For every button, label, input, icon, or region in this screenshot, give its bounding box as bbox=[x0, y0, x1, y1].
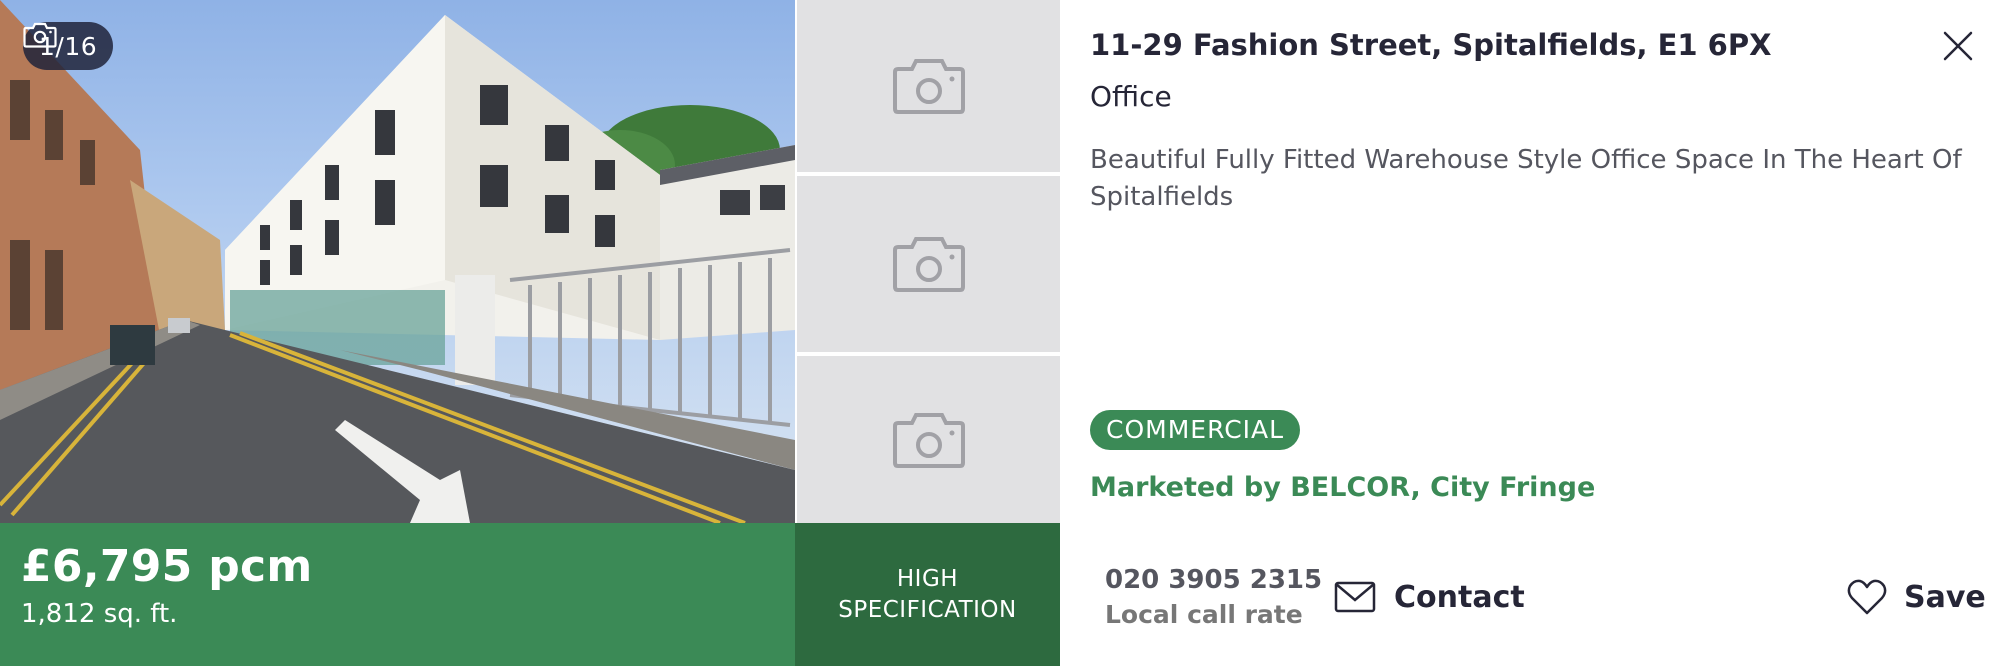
main-photo[interactable]: 1/16 bbox=[0, 0, 795, 523]
camera-icon bbox=[892, 412, 965, 468]
envelope-icon bbox=[1334, 581, 1376, 613]
heart-icon bbox=[1847, 579, 1887, 615]
thumbnail-column bbox=[797, 0, 1060, 523]
street-photo-illustration bbox=[0, 0, 795, 523]
floor-area: 1,812 sq. ft. bbox=[21, 599, 178, 629]
feature-label: HIGH SPECIFICATION bbox=[838, 565, 1017, 623]
price-bar: £6,795 pcm 1,812 sq. ft. bbox=[0, 523, 795, 666]
property-address[interactable]: 11-29 Fashion Street, Spitalfields, E1 6… bbox=[1090, 28, 1771, 62]
save-label: Save bbox=[1904, 579, 1986, 615]
thumbnail-placeholder[interactable] bbox=[797, 176, 1060, 352]
contact-label: Contact bbox=[1394, 579, 1525, 615]
phone-number[interactable]: 020 3905 2315 bbox=[1105, 565, 1322, 595]
thumbnail-placeholder[interactable] bbox=[797, 356, 1060, 523]
photo-counter[interactable]: 1/16 bbox=[23, 22, 114, 70]
thumbnail-placeholder[interactable] bbox=[797, 0, 1060, 172]
property-type: Office bbox=[1090, 80, 1172, 113]
listing-details: 11-29 Fashion Street, Spitalfields, E1 6… bbox=[1060, 0, 2000, 666]
camera-icon bbox=[892, 59, 965, 114]
camera-icon bbox=[23, 22, 57, 48]
contact-button[interactable]: Contact bbox=[1334, 574, 1525, 620]
camera-icon bbox=[892, 237, 965, 292]
price: £6,795 pcm bbox=[21, 541, 313, 592]
close-icon[interactable] bbox=[1942, 30, 1974, 62]
save-button[interactable]: Save bbox=[1846, 574, 1986, 620]
category-badge: COMMERCIAL bbox=[1090, 410, 1301, 450]
feature-banner: HIGH SPECIFICATION bbox=[795, 523, 1060, 666]
property-description: Beautiful Fully Fitted Warehouse Style O… bbox=[1090, 145, 1962, 212]
property-card[interactable]: 1/16 £6,795 pcm 1,812 sq. ft. HIGH SPECI… bbox=[0, 0, 2000, 666]
marketed-by[interactable]: Marketed by BELCOR, City Fringe bbox=[1090, 472, 1595, 503]
call-rate-note: Local call rate bbox=[1105, 600, 1303, 629]
